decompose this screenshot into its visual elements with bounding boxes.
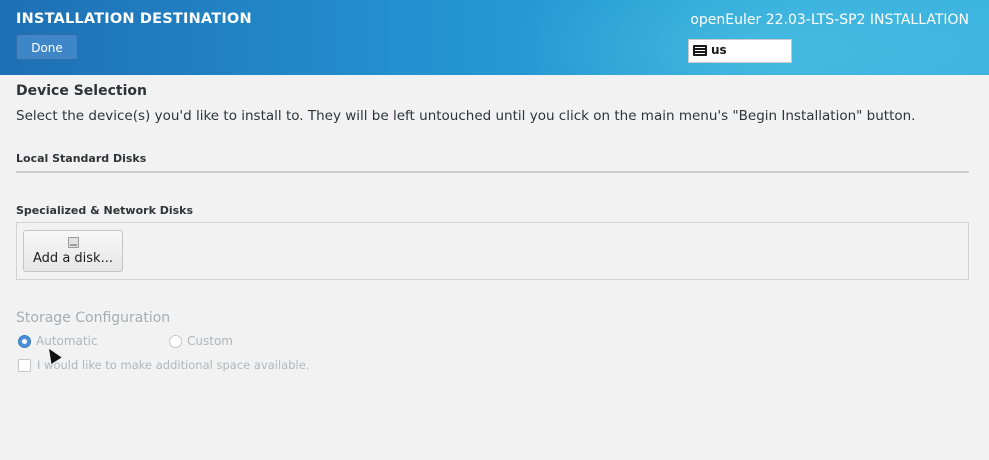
- local-disks-heading: Local Standard Disks: [16, 152, 147, 165]
- device-selection-instructions: Select the device(s) you'd like to insta…: [16, 108, 916, 124]
- network-disks-area: Add a disk...: [16, 222, 969, 280]
- header-bar: INSTALLATION DESTINATION openEuler 22.03…: [0, 0, 989, 75]
- keyboard-layout-label: us: [711, 43, 727, 57]
- automatic-radio[interactable]: [18, 335, 31, 348]
- keyboard-layout-indicator[interactable]: us: [688, 39, 792, 63]
- custom-radio-label: Custom: [187, 334, 233, 348]
- page-title: INSTALLATION DESTINATION: [16, 11, 252, 27]
- product-title: openEuler 22.03-LTS-SP2 INSTALLATION: [690, 12, 969, 28]
- done-button[interactable]: Done: [16, 34, 78, 60]
- local-disks-divider: [16, 171, 969, 173]
- custom-radio[interactable]: [169, 335, 182, 348]
- storage-configuration-title: Storage Configuration: [16, 310, 171, 326]
- network-disks-heading: Specialized & Network Disks: [16, 204, 194, 217]
- automatic-radio-label: Automatic: [36, 334, 98, 348]
- additional-space-label: I would like to make additional space av…: [37, 358, 310, 372]
- keyboard-icon: [693, 45, 707, 56]
- additional-space-checkbox[interactable]: [18, 359, 31, 372]
- add-disk-button[interactable]: Add a disk...: [23, 230, 123, 272]
- device-selection-title: Device Selection: [16, 83, 147, 99]
- disk-icon: [68, 237, 79, 248]
- add-disk-label: Add a disk...: [33, 251, 113, 266]
